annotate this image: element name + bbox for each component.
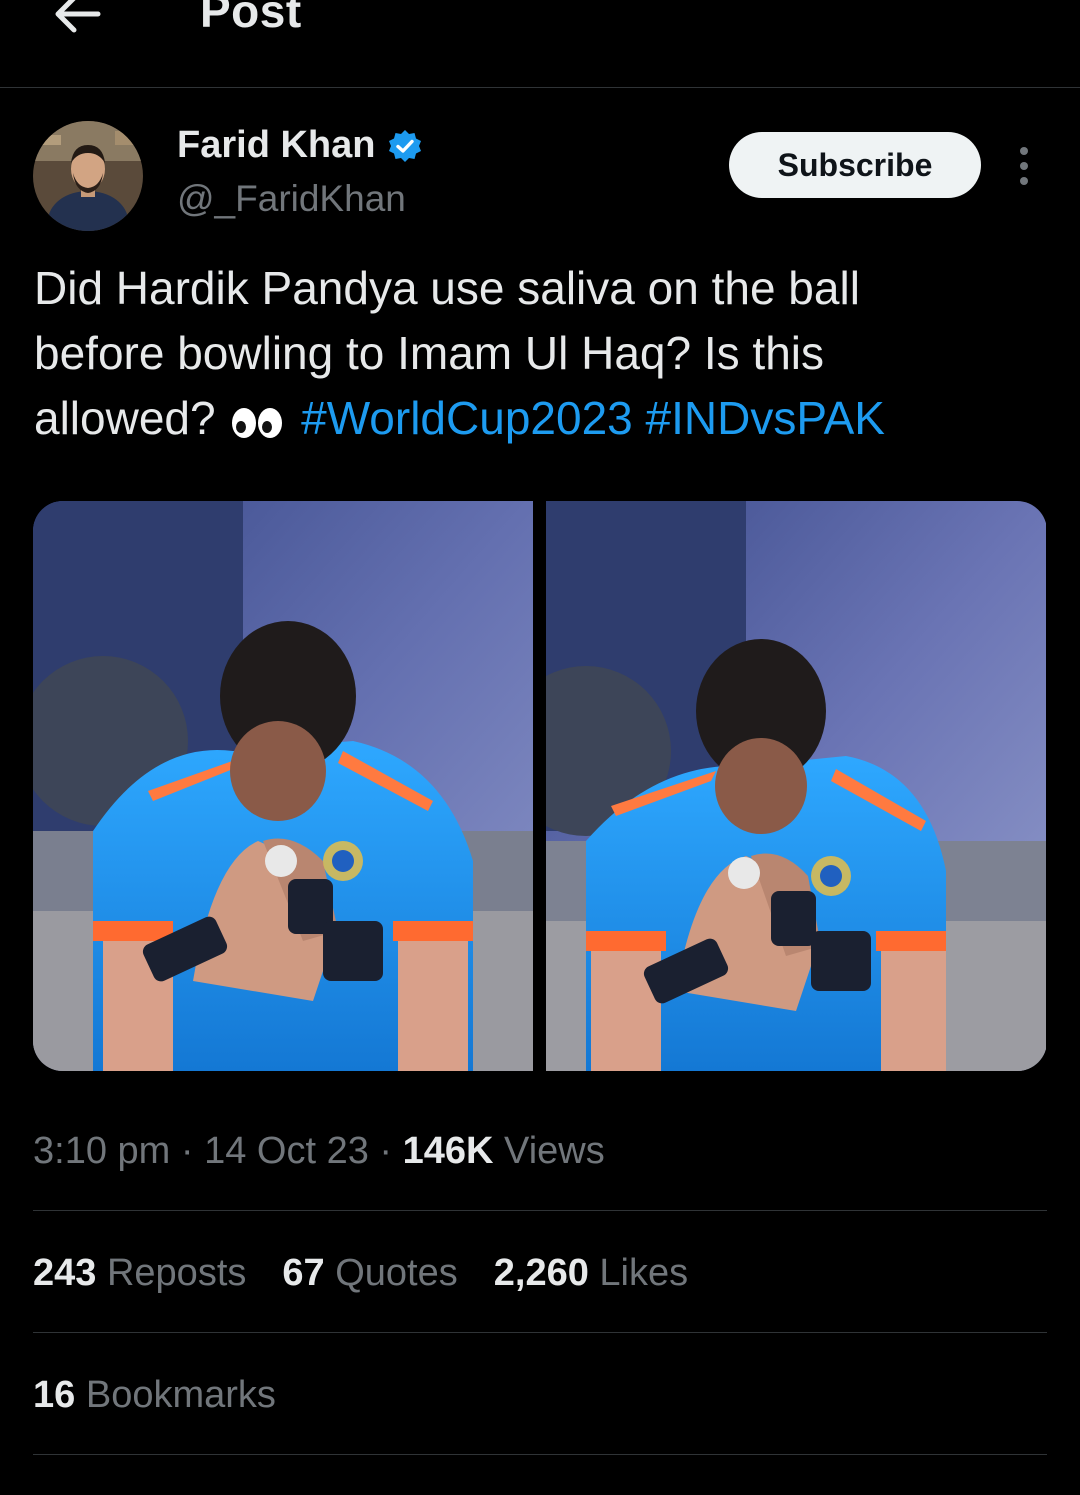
eyes-emoji <box>232 408 283 438</box>
likes-label: Likes <box>599 1252 689 1294</box>
tweet-text-line: before bowling to Imam Ul Haq? Is this <box>34 327 825 379</box>
top-bar: Post <box>0 0 1080 88</box>
author-handle[interactable]: @_FaridKhan <box>177 178 406 220</box>
separator: · <box>180 1130 194 1172</box>
arrow-left-icon <box>55 0 101 33</box>
likes-count: 2,260 <box>493 1252 589 1294</box>
tweet-photo[interactable] <box>546 501 1046 1071</box>
engagement-stats: 243 Reposts 67 Quotes 2,260 Likes <box>33 1252 688 1295</box>
quotes-stat[interactable]: 67 Quotes <box>282 1252 457 1295</box>
likes-stat[interactable]: 2,260 Likes <box>494 1252 688 1295</box>
page-title: Post <box>200 0 302 37</box>
views-label: Views <box>504 1130 605 1172</box>
tweet-text-segment: allowed? <box>34 392 216 444</box>
hashtag-link[interactable]: #INDvsPAK <box>646 392 885 444</box>
subscribe-button[interactable]: Subscribe <box>729 132 981 198</box>
divider <box>33 1332 1047 1333</box>
tweet-time[interactable]: 3:10 pm <box>33 1130 170 1172</box>
avatar[interactable] <box>33 121 143 231</box>
divider <box>33 1210 1047 1211</box>
quotes-count: 67 <box>282 1252 325 1294</box>
bookmarks-stat[interactable]: 16 Bookmarks <box>33 1374 276 1417</box>
verified-badge-icon <box>389 129 422 162</box>
reposts-label: Reposts <box>106 1252 247 1294</box>
divider <box>33 1454 1047 1455</box>
bookmarks-label: Bookmarks <box>85 1374 276 1416</box>
bookmarks-count: 16 <box>33 1374 76 1416</box>
tweet-media <box>33 501 1047 1071</box>
hashtag-link[interactable]: #WorldCup2023 <box>301 392 633 444</box>
tweet-text: Did Hardik Pandya use saliva on the ball… <box>34 256 1054 451</box>
tweet-photo[interactable] <box>33 501 533 1071</box>
author-name-row[interactable]: Farid Khan <box>177 124 423 167</box>
tweet-text-line: allowed? #WorldCup2023 #INDvsPAK <box>34 386 1054 451</box>
more-vertical-icon <box>1020 147 1028 185</box>
tweet-text-line: Did Hardik Pandya use saliva on the ball <box>34 262 860 314</box>
tweet-metadata: 3:10 pm · 14 Oct 23 · 146K Views <box>33 1130 605 1173</box>
author-display-name[interactable]: Farid Khan <box>177 124 375 167</box>
reposts-count: 243 <box>33 1252 97 1294</box>
quotes-label: Quotes <box>335 1252 458 1294</box>
back-button[interactable] <box>48 0 108 42</box>
reposts-stat[interactable]: 243 Reposts <box>33 1252 246 1295</box>
views-count: 146K <box>402 1130 494 1172</box>
tweet-date[interactable]: 14 Oct 23 <box>204 1130 369 1172</box>
separator: · <box>379 1130 393 1172</box>
more-options-button[interactable] <box>1010 145 1038 187</box>
